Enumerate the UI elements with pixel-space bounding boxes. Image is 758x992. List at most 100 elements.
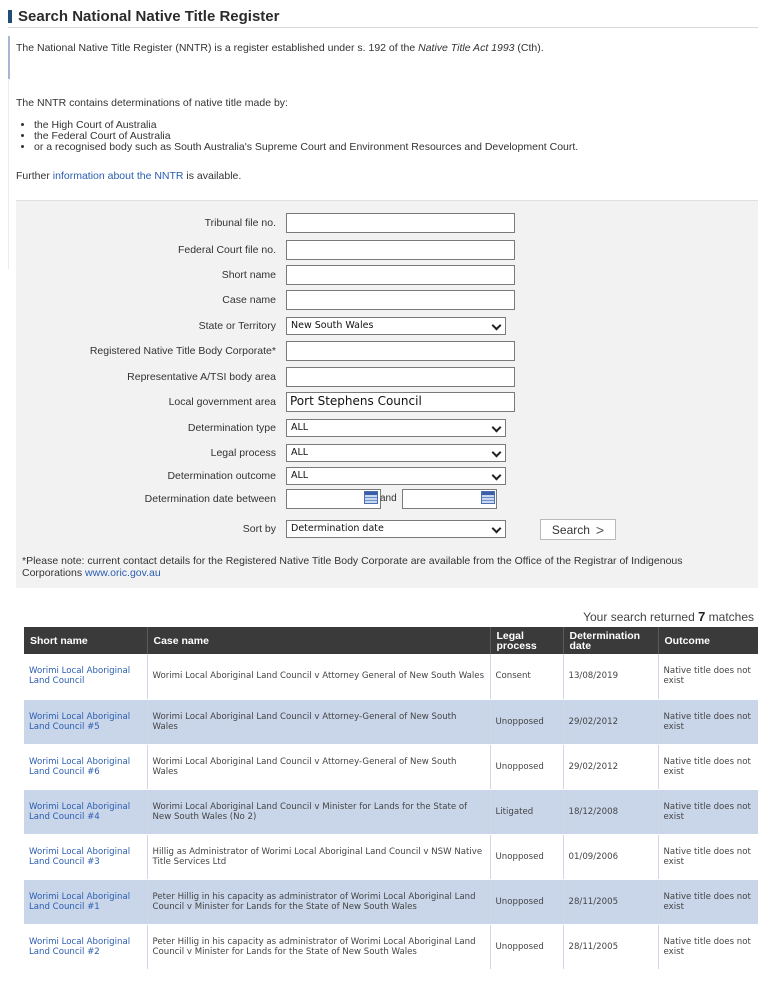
legal-process-cell: Litigated: [490, 789, 564, 835]
column-header-outcome[interactable]: Outcome: [658, 627, 758, 654]
outcome-select-value: ALL: [291, 470, 309, 481]
state-select-value: New South Wales: [291, 320, 374, 331]
determination-date-cell: 29/02/2012: [563, 744, 659, 790]
sort-select[interactable]: Determination date: [286, 520, 506, 538]
outcome-cell: Native title does not exist: [658, 654, 758, 700]
short-name-link[interactable]: Worimi Local Aboriginal Land Council #5: [29, 712, 130, 732]
rntbc-label: Registered Native Title Body Corporate*: [89, 345, 276, 357]
lga-row: Local government area Port Stephens Coun…: [16, 392, 758, 412]
page-title: Search National Native Title Register: [18, 8, 280, 25]
short-name-link[interactable]: Worimi Local Aboriginal Land Council #2: [29, 937, 130, 957]
table-header-row: Short name Case name Legal process Deter…: [24, 627, 758, 654]
table-row: Worimi Local Aboriginal Land Council #5 …: [24, 699, 758, 745]
federal-court-row: Federal Court file no.: [16, 240, 758, 260]
rntbc-input[interactable]: [286, 341, 515, 361]
outcome-label: Determination outcome: [167, 470, 276, 482]
chevron-down-icon: [491, 447, 502, 458]
short-name-link[interactable]: Worimi Local Aboriginal Land Council #6: [29, 757, 130, 777]
column-header-short-name[interactable]: Short name: [24, 627, 148, 654]
determination-date-cell: 29/02/2012: [563, 699, 659, 745]
nntr-description: The NNTR contains determinations of nati…: [16, 97, 288, 109]
short-name-link[interactable]: Worimi Local Aboriginal Land Council #3: [29, 847, 130, 867]
column-header-determination-date[interactable]: Determination date: [563, 627, 659, 654]
rep-body-input[interactable]: [286, 367, 515, 387]
table-row: Worimi Local Aboriginal Land Council #3 …: [24, 834, 758, 880]
nntr-info-link[interactable]: information about the NNTR: [53, 170, 184, 182]
sort-row: Sort by Determination date Search >: [16, 519, 758, 540]
sort-select-value: Determination date: [291, 523, 384, 534]
search-form: Tribunal file no. Federal Court file no.…: [16, 200, 758, 588]
tribunal-file-input[interactable]: [286, 213, 515, 233]
short-name-link[interactable]: Worimi Local Aboriginal Land Council #4: [29, 802, 130, 822]
table-row: Worimi Local Aboriginal Land Council #6 …: [24, 744, 758, 790]
case-name-cell: Peter Hillig in his capacity as administ…: [147, 879, 491, 925]
calendar-icon[interactable]: [481, 491, 495, 504]
chevron-down-icon: [491, 422, 502, 433]
short-name-link[interactable]: Worimi Local Aboriginal Land Council #1: [29, 892, 130, 912]
outcome-cell: Native title does not exist: [658, 789, 758, 835]
legal-process-row: Legal process ALL: [16, 443, 758, 463]
court-list: the High Court of Australia the Federal …: [16, 120, 746, 153]
short-name-input[interactable]: [286, 265, 515, 285]
rep-body-label: Representative A/TSI body area: [127, 371, 276, 383]
outcome-cell: Native title does not exist: [658, 879, 758, 925]
legal-process-select-value: ALL: [291, 447, 309, 458]
column-header-legal-process[interactable]: Legal process: [490, 627, 564, 654]
outcome-row: Determination outcome ALL: [16, 466, 758, 486]
date-row: Determination date between and: [16, 489, 758, 509]
det-type-select[interactable]: ALL: [286, 419, 506, 437]
calendar-icon[interactable]: [364, 491, 378, 504]
determination-date-cell: 28/11/2005: [563, 924, 659, 970]
state-select[interactable]: New South Wales: [286, 317, 506, 335]
legal-process-cell: Consent: [490, 654, 564, 700]
case-name-cell: Worimi Local Aboriginal Land Council v A…: [147, 654, 491, 700]
side-accent-line: [8, 36, 10, 79]
table-row: Worimi Local Aboriginal Land Council Wor…: [24, 654, 758, 700]
sort-label: Sort by: [242, 523, 276, 535]
legal-process-cell: Unopposed: [490, 834, 564, 880]
determination-date-cell: 18/12/2008: [563, 789, 659, 835]
legal-process-cell: Unopposed: [490, 699, 564, 745]
federal-court-input[interactable]: [286, 240, 515, 260]
state-row: State or Territory New South Wales: [16, 316, 758, 336]
short-name-link[interactable]: Worimi Local Aboriginal Land Council: [29, 666, 130, 686]
list-item: or a recognised body such as South Austr…: [34, 142, 746, 153]
legal-process-label: Legal process: [210, 447, 276, 459]
det-type-label: Determination type: [187, 422, 276, 434]
outcome-cell: Native title does not exist: [658, 744, 758, 790]
rntbc-row: Registered Native Title Body Corporate*: [16, 341, 758, 361]
results-table: Short name Case name Legal process Deter…: [24, 627, 758, 970]
det-type-row: Determination type ALL: [16, 418, 758, 438]
legal-process-cell: Unopposed: [490, 924, 564, 970]
lga-label: Local government area: [168, 396, 276, 408]
lga-input[interactable]: Port Stephens Council: [286, 392, 515, 412]
page-heading: Search National Native Title Register: [8, 6, 758, 28]
heading-accent-bar: [8, 10, 12, 23]
legal-process-select[interactable]: ALL: [286, 444, 506, 462]
search-button[interactable]: Search >: [540, 519, 616, 540]
case-name-cell: Hillig as Administrator of Worimi Local …: [147, 834, 491, 880]
column-header-case-name[interactable]: Case name: [147, 627, 491, 654]
date-and-label: and: [380, 493, 397, 504]
case-name-input[interactable]: [286, 290, 515, 310]
oric-link[interactable]: www.oric.gov.au: [85, 567, 161, 579]
legal-process-cell: Unopposed: [490, 879, 564, 925]
table-row: Worimi Local Aboriginal Land Council #4 …: [24, 789, 758, 835]
side-divider: [8, 79, 9, 269]
state-label: State or Territory: [198, 320, 276, 332]
short-name-row: Short name: [16, 265, 758, 285]
short-name-label: Short name: [221, 269, 276, 281]
act-name: Native Title Act 1993: [418, 42, 515, 54]
det-type-select-value: ALL: [291, 422, 309, 433]
case-name-cell: Worimi Local Aboriginal Land Council v A…: [147, 744, 491, 790]
table-row: Worimi Local Aboriginal Land Council #2 …: [24, 924, 758, 970]
intro-text: The National Native Title Register (NNTR…: [16, 42, 544, 54]
tribunal-file-label: Tribunal file no.: [204, 217, 276, 229]
determination-date-cell: 13/08/2019: [563, 654, 659, 700]
legal-process-cell: Unopposed: [490, 744, 564, 790]
search-button-label: Search: [551, 522, 590, 537]
outcome-select[interactable]: ALL: [286, 467, 506, 485]
outcome-cell: Native title does not exist: [658, 924, 758, 970]
further-info: Further information about the NNTR is av…: [16, 170, 242, 182]
determination-date-cell: 01/09/2006: [563, 834, 659, 880]
